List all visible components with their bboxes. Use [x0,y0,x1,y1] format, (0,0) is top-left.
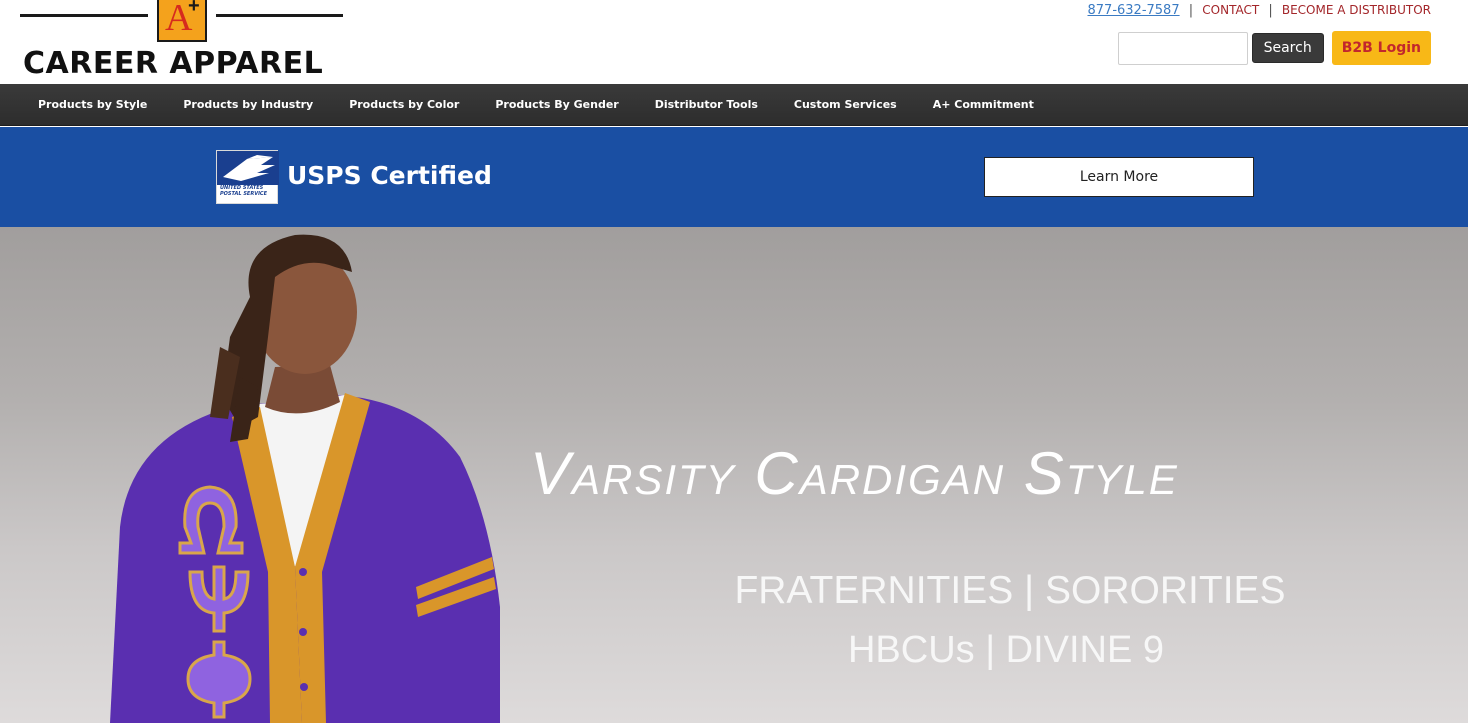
usps-banner: UNITED STATES POSTAL SERVICE USPS Certif… [0,127,1468,227]
hero-subtitle-line1: FRATERNITIES | SORORITIES [734,569,1286,612]
logo-rule-left [20,14,148,17]
nav-item-distributor-tools[interactable]: Distributor Tools [637,84,776,126]
usps-certified-title: USPS Certified [287,161,492,190]
search-button[interactable]: Search [1251,33,1324,63]
phone-link[interactable]: 877-632-7587 [1088,3,1180,18]
top-links: 877-632-7587 | CONTACT | BECOME A DISTRI… [1088,3,1432,18]
nav-item-products-by-industry[interactable]: Products by Industry [165,84,331,126]
b2b-login-button[interactable]: B2B Login [1331,31,1431,65]
nav-item-custom-services[interactable]: Custom Services [776,84,915,126]
brand-name: CAREER APPAREL [23,46,324,81]
contact-link[interactable]: CONTACT [1202,3,1259,17]
separator: | [1188,3,1194,18]
site-header: A + CAREER APPAREL 877-632-7587 | CONTAC… [0,0,1468,84]
become-distributor-link[interactable]: BECOME A DISTRIBUTOR [1282,3,1431,17]
brand-logo[interactable]: A + CAREER APPAREL [20,0,345,82]
separator: | [1268,3,1273,18]
logo-rule-right [216,14,343,17]
logo-badge: A + [157,0,207,42]
nav-item-a-plus-commitment[interactable]: A+ Commitment [915,84,1052,126]
hero-subtitle-line2: HBCUs | DIVINE 9 [847,629,1165,671]
logo-plus: + [188,0,200,17]
usps-logo-text: UNITED STATES POSTAL SERVICE [220,185,268,197]
nav-item-products-by-style[interactable]: Products by Style [20,84,165,126]
nav-item-products-by-gender[interactable]: Products By Gender [477,84,636,126]
usps-eagle-icon: UNITED STATES POSTAL SERVICE [216,150,279,204]
nav-item-products-by-color[interactable]: Products by Color [331,84,477,126]
hero-title: Varsity Cardigan Style [530,440,1179,507]
search-bar: Search B2B Login [1117,31,1431,65]
learn-more-button[interactable]: Learn More [984,157,1254,197]
main-nav: Products by Style Products by Industry P… [0,84,1468,126]
hero-banner[interactable]: Varsity Cardigan Style FRATERNITIES | SO… [0,227,1468,723]
search-input[interactable] [1117,31,1248,65]
